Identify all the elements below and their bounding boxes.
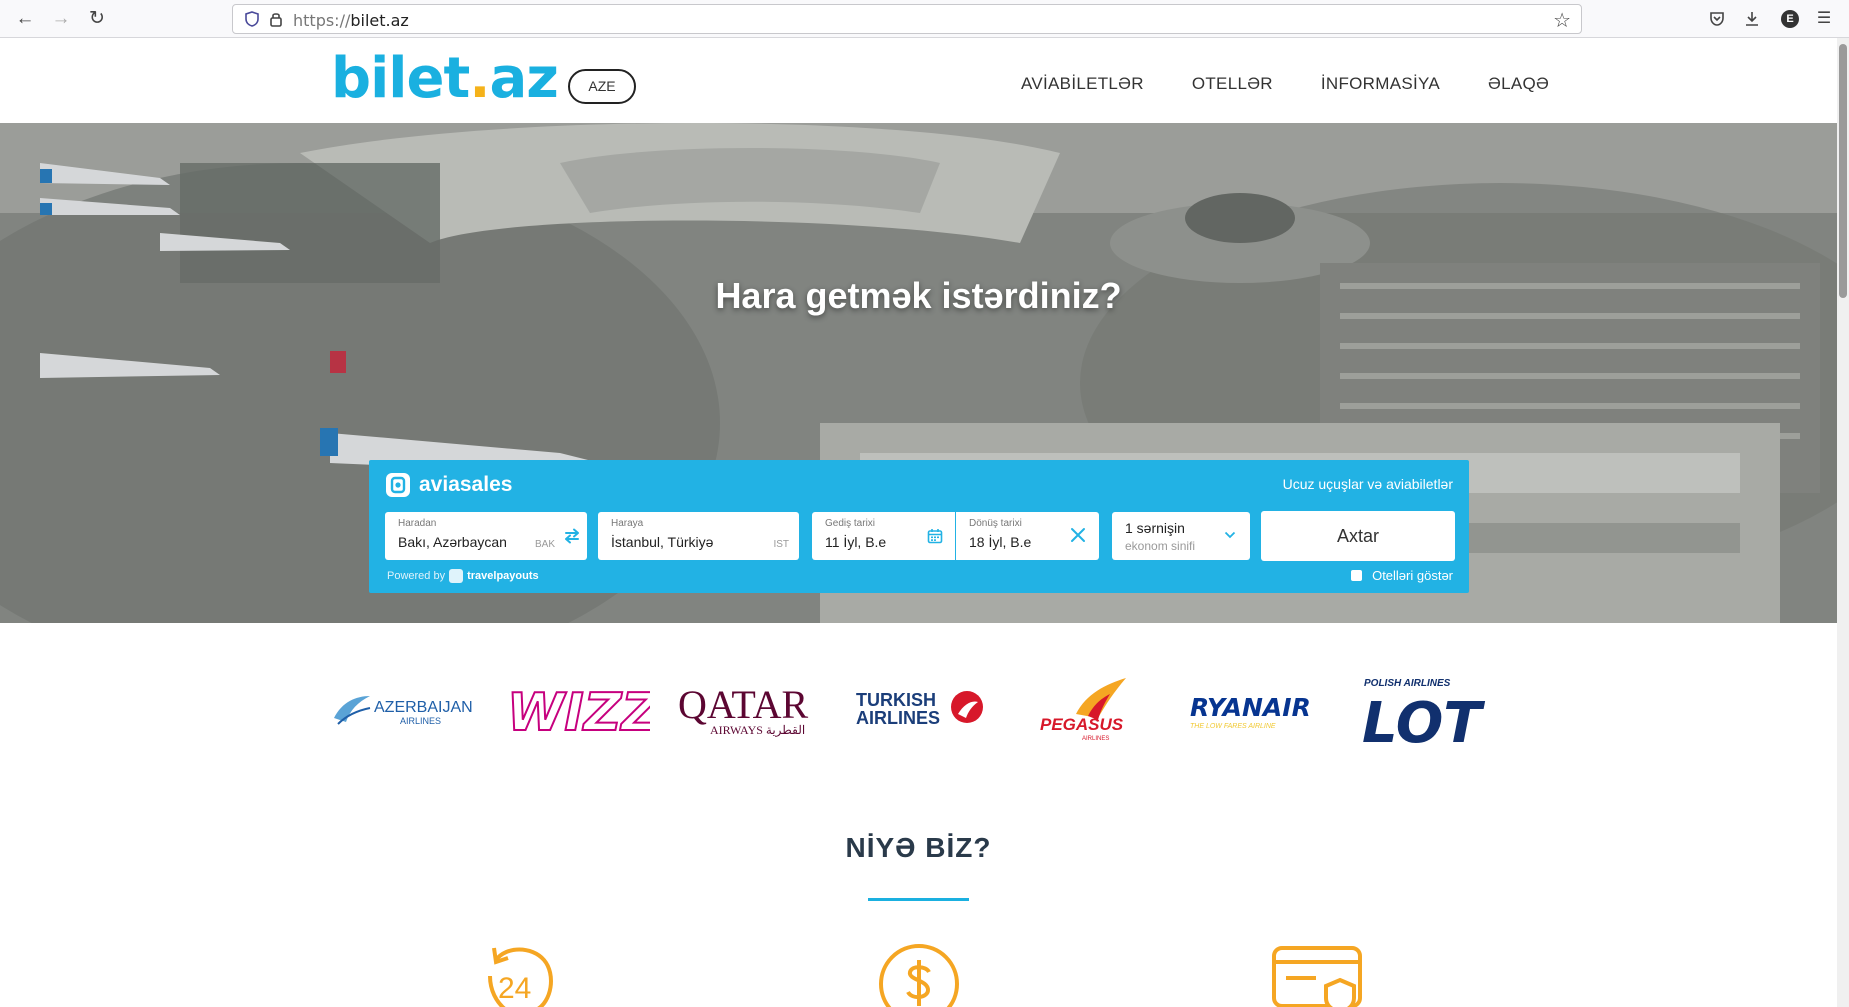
return-date-field[interactable]: Dönüş tarixi 18 İyl, B.e bbox=[956, 512, 1099, 560]
origin-input[interactable]: Bakı, Azərbaycan bbox=[398, 534, 508, 550]
address-bar[interactable]: https://bilet.az ☆ bbox=[232, 4, 1582, 34]
turkish-airlines-logo[interactable]: TURKISH AIRLINES bbox=[854, 674, 984, 744]
pegasus-name: PEGASUS bbox=[1040, 715, 1124, 734]
main-nav: AVİABİLETLƏR OTELLƏR İNFORMASİYA ƏLAQƏ bbox=[1021, 74, 1597, 94]
hero-banner: Hara getmək istərdiniz? aviasales Ucuz u… bbox=[0, 123, 1837, 623]
why-us-title: NİYƏ BİZ? bbox=[845, 832, 992, 863]
support-24-icon: 24 bbox=[488, 947, 553, 1007]
reload-icon[interactable]: ↻ bbox=[84, 7, 110, 31]
powered-by-text: Powered by bbox=[387, 570, 446, 582]
passengers-count: 1 sərnişin bbox=[1125, 520, 1185, 536]
return-date-value[interactable]: 18 İyl, B.e bbox=[969, 534, 1031, 550]
secure-card-icon bbox=[1272, 946, 1362, 1007]
depart-label: Gediş tarixi bbox=[825, 518, 876, 529]
browser-toolbar: ← → ↻ https://bilet.az ☆ E ☰ bbox=[0, 0, 1849, 38]
search-button[interactable]: Axtar bbox=[1261, 511, 1455, 561]
pegasus-sub: AIRLINES bbox=[1082, 736, 1109, 742]
url-host: bilet.az bbox=[350, 11, 409, 30]
show-hotels-label: Otelləri göstər bbox=[1372, 568, 1453, 583]
shield-icon[interactable] bbox=[243, 10, 261, 28]
scrollbar-thumb[interactable] bbox=[1839, 44, 1847, 298]
url-text: https://bilet.az bbox=[293, 11, 409, 30]
back-icon[interactable]: ← bbox=[12, 7, 38, 31]
origin-label: Haradan bbox=[398, 518, 437, 529]
destination-code: IST bbox=[773, 539, 789, 550]
url-scheme: https:// bbox=[293, 11, 351, 30]
widget-tagline[interactable]: Ucuz uçuşlar və aviabiletlər bbox=[1283, 476, 1453, 492]
dollar-coin-icon bbox=[879, 944, 959, 1007]
lot-logo[interactable]: POLISH AIRLINES LOT bbox=[1362, 674, 1502, 754]
chevron-down-icon[interactable] bbox=[1224, 530, 1236, 540]
nav-contact[interactable]: ƏLAQƏ bbox=[1488, 74, 1549, 94]
origin-code: BAK bbox=[534, 539, 555, 550]
lock-icon[interactable] bbox=[267, 10, 285, 28]
pocket-icon[interactable] bbox=[1706, 8, 1728, 30]
destination-label: Haraya bbox=[611, 518, 644, 529]
account-avatar[interactable]: E bbox=[1781, 10, 1799, 28]
turkish-sub: AIRLINES bbox=[856, 708, 940, 728]
site-logo[interactable]: bilet.az bbox=[331, 46, 559, 111]
logo-main: bilet bbox=[331, 46, 470, 111]
ryanair-sub: THE LOW FARES AIRLINE bbox=[1190, 723, 1276, 730]
qatar-name: QATAR bbox=[678, 682, 808, 727]
azal-name: AZERBAIJAN bbox=[374, 699, 473, 716]
aviasales-brand-name: aviasales bbox=[419, 473, 513, 496]
travelpayouts-icon bbox=[449, 569, 464, 583]
destination-input[interactable]: İstanbul, Türkiyə bbox=[611, 534, 713, 550]
bookmark-star-icon[interactable]: ☆ bbox=[1553, 8, 1571, 33]
ryanair-name: RYANAIR bbox=[1190, 693, 1311, 722]
powered-by[interactable]: Powered by travelpayouts bbox=[387, 569, 539, 583]
site-header: bilet.az AZE AVİABİLETLƏR OTELLƏR İNFORM… bbox=[0, 38, 1837, 123]
origin-field[interactable]: Haradan Bakı, Azərbaycan BAK bbox=[385, 512, 587, 560]
depart-date-field[interactable]: Gediş tarixi 11 İyl, B.e bbox=[812, 512, 955, 560]
checkbox-box[interactable] bbox=[1351, 570, 1363, 581]
flight-search-widget: aviasales Ucuz uçuşlar və aviabiletlər H… bbox=[369, 460, 1469, 593]
show-hotels-checkbox[interactable]: Otelləri göstər bbox=[1351, 568, 1453, 583]
aviasales-logo-icon bbox=[386, 473, 410, 497]
clear-return-date-icon[interactable] bbox=[1069, 526, 1087, 544]
nav-information[interactable]: İNFORMASİYA bbox=[1321, 74, 1440, 94]
return-label: Dönüş tarixi bbox=[969, 518, 1022, 529]
cabin-class: ekonom sinifi bbox=[1125, 539, 1196, 553]
downloads-icon[interactable] bbox=[1741, 8, 1763, 30]
airline-logos: AZERBAIJAN AIRLINES WIZZ QATAR AIRWAYS ا… bbox=[330, 674, 1510, 754]
wizz-name: WIZZ bbox=[507, 683, 650, 743]
support-24-text: 24 bbox=[498, 972, 531, 1005]
section-divider bbox=[868, 898, 969, 901]
azerbaijan-airlines-logo[interactable]: AZERBAIJAN AIRLINES bbox=[330, 674, 480, 744]
language-button[interactable]: AZE bbox=[568, 69, 636, 104]
lot-sub: POLISH AIRLINES bbox=[1364, 678, 1451, 689]
nav-flights[interactable]: AVİABİLETLƏR bbox=[1021, 74, 1144, 94]
ryanair-logo[interactable]: RYANAIR THE LOW FARES AIRLINE bbox=[1188, 674, 1338, 744]
qatar-sub: AIRWAYS القطرية bbox=[710, 723, 805, 737]
logo-dot: . bbox=[469, 46, 490, 111]
pegasus-logo[interactable]: PEGASUS AIRLINES bbox=[1036, 674, 1136, 744]
lot-name: LOT bbox=[1362, 691, 1485, 754]
turkish-name: TURKISH bbox=[856, 690, 936, 710]
qatar-airways-logo[interactable]: QATAR AIRWAYS القطرية bbox=[676, 674, 816, 744]
menu-icon[interactable]: ☰ bbox=[1813, 8, 1835, 30]
nav-hotels[interactable]: OTELLƏR bbox=[1192, 74, 1273, 94]
destination-field[interactable]: Haraya İstanbul, Türkiyə IST bbox=[598, 512, 799, 560]
travelpayouts-name: travelpayouts bbox=[467, 570, 539, 582]
depart-date-value[interactable]: 11 İyl, B.e bbox=[825, 534, 886, 550]
wizz-air-logo[interactable]: WIZZ bbox=[505, 674, 650, 744]
hero-title: Hara getmək istərdiniz? bbox=[715, 275, 1122, 316]
azal-sub: AIRLINES bbox=[400, 716, 441, 726]
calendar-icon[interactable] bbox=[927, 528, 943, 544]
aviasales-brand[interactable]: aviasales bbox=[385, 472, 512, 498]
forward-icon[interactable]: → bbox=[48, 7, 74, 31]
swap-icon[interactable] bbox=[563, 528, 581, 544]
passengers-field[interactable]: 1 sərnişin ekonom sinifi bbox=[1112, 512, 1250, 560]
logo-tld: az bbox=[489, 46, 559, 111]
